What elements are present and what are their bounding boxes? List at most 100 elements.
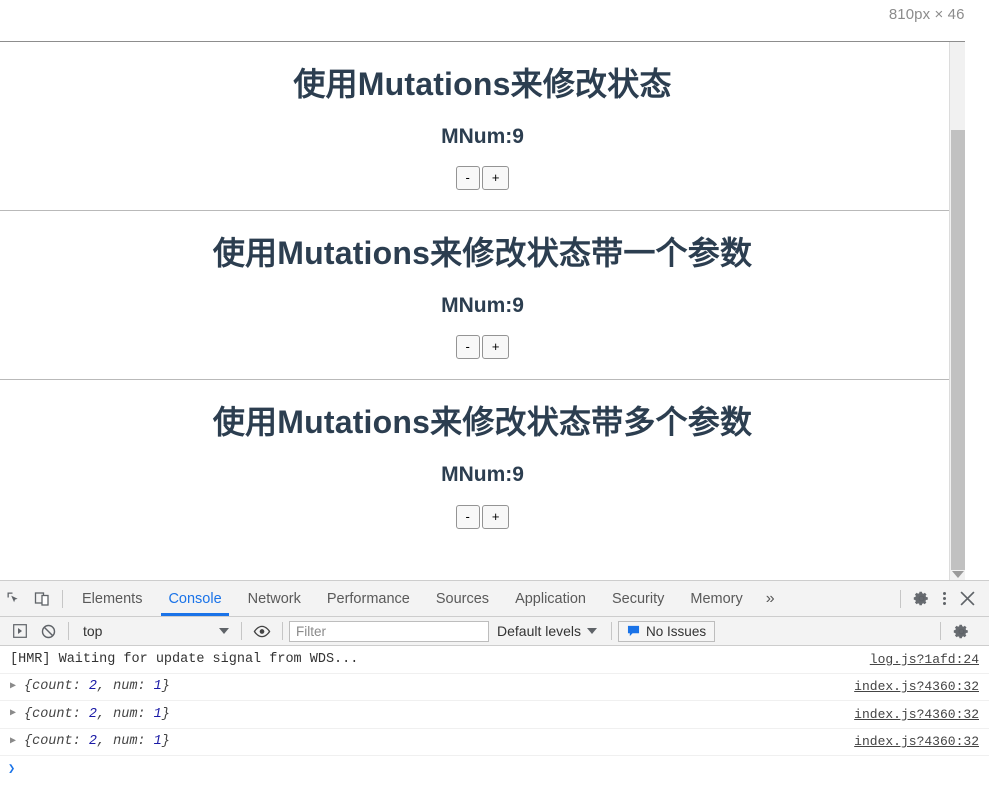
console-source-link[interactable]: log.js?1afd:24 (870, 652, 979, 667)
section-title: 使用Mutations来修改状态带一个参数 (212, 235, 753, 272)
viewport-right-gutter (965, 0, 989, 580)
decrement-button[interactable]: - (455, 166, 480, 191)
tab-label: Network (247, 590, 301, 607)
increment-button[interactable]: + (481, 335, 510, 360)
screenshot-root: 810px × 465px 使用Mutations来修改状态 MNum:9 - +… (0, 0, 989, 786)
counter-value: MNum:9 (441, 463, 524, 487)
execution-context-select[interactable]: top (75, 623, 235, 639)
inspect-element-icon[interactable] (0, 585, 28, 613)
tab-label: Performance (326, 590, 410, 607)
increment-button[interactable]: + (481, 504, 510, 529)
chevron-down-icon (587, 628, 598, 634)
object-close: } (161, 679, 170, 695)
prompt-arrow-icon: ❯ (8, 762, 16, 776)
toolbar-divider (282, 622, 283, 640)
console-settings-gear-icon[interactable] (947, 617, 975, 645)
execution-context-value: top (83, 623, 103, 639)
console-filter-input[interactable] (289, 620, 489, 642)
toolbar-divider (62, 589, 63, 608)
tab-memory[interactable]: Memory (677, 581, 755, 616)
console-message-row[interactable]: ▶ {count: 2, num: 1} index.js?4360:32 (0, 729, 989, 756)
issues-message-icon (628, 625, 640, 637)
console-toolbar-actions (934, 617, 983, 645)
live-expression-eye-icon[interactable] (248, 617, 276, 645)
stepper-controls: - + (0, 488, 965, 529)
tab-sources[interactable]: Sources (423, 581, 502, 616)
console-message-list: [HMR] Waiting for update signal from WDS… (0, 646, 989, 786)
page-scrollbar[interactable] (949, 42, 965, 580)
object-close: } (161, 706, 170, 722)
object-value-count: 2 (88, 679, 97, 695)
tab-label: Application (515, 590, 586, 607)
issues-button[interactable]: No Issues (618, 620, 716, 642)
devtools-tabbar: Elements Console Network Performance Sou… (0, 581, 989, 617)
console-object-preview: {count: 2, num: 1} (24, 707, 170, 722)
console-message-row[interactable]: ▶ {count: 2, num: 1} index.js?4360:32 (0, 701, 989, 729)
decrement-button[interactable]: - (455, 335, 480, 360)
console-toolbar: top Default levels N (0, 617, 989, 646)
object-value-num: 1 (153, 679, 162, 695)
tab-security[interactable]: Security (599, 581, 677, 616)
console-message-row[interactable]: [HMR] Waiting for update signal from WDS… (0, 646, 989, 674)
more-options-icon[interactable] (935, 589, 953, 609)
console-source-link[interactable]: index.js?4360:32 (854, 679, 979, 694)
console-prompt[interactable]: ❯ (0, 756, 989, 782)
mutation-section-basic: 使用Mutations来修改状态 MNum:9 - + (0, 42, 965, 191)
tab-label: Console (168, 590, 222, 607)
tab-network[interactable]: Network (235, 581, 314, 616)
toolbar-divider (68, 622, 69, 640)
console-object-preview: {count: 2, num: 1} (24, 734, 170, 749)
toolbar-divider (940, 622, 941, 640)
scroll-down-arrow-icon[interactable] (952, 571, 964, 578)
toolbar-divider (241, 622, 242, 640)
tab-label: Security (612, 590, 665, 607)
object-open: {count: (24, 679, 89, 695)
expand-triangle-icon[interactable]: ▶ (10, 736, 22, 747)
tab-elements[interactable]: Elements (69, 581, 155, 616)
tab-label: Sources (435, 590, 490, 607)
mutation-section-multi-param: 使用Mutations来修改状态带多个参数 MNum:9 - + (0, 380, 965, 529)
toolbar-divider (611, 622, 613, 640)
expand-triangle-icon[interactable]: ▶ (10, 709, 22, 719)
stepper-controls: - + (0, 318, 965, 360)
mutation-section-one-param: 使用Mutations来修改状态带一个参数 MNum:9 - + (0, 211, 965, 360)
log-levels-value: Default levels (497, 623, 582, 639)
tab-performance[interactable]: Performance (314, 581, 423, 616)
tab-label: Memory (690, 590, 743, 607)
console-source-link[interactable]: index.js?4360:32 (854, 734, 979, 749)
object-open: {count: (24, 706, 89, 722)
browser-viewport: 810px × 465px 使用Mutations来修改状态 MNum:9 - +… (0, 0, 989, 580)
log-levels-select[interactable]: Default levels (489, 623, 605, 639)
console-message-row[interactable]: ▶ {count: 2, num: 1} index.js?4360:32 (0, 674, 989, 701)
expand-triangle-icon[interactable]: ▶ (10, 681, 22, 692)
section-title: 使用Mutations来修改状态 (293, 66, 672, 102)
page-scrollbar-thumb[interactable] (951, 130, 965, 570)
console-source-link[interactable]: index.js?4360:32 (854, 707, 979, 722)
object-mid: , num: (96, 706, 154, 722)
tab-label: Elements (82, 590, 143, 607)
console-sidebar-toggle-icon[interactable] (6, 617, 34, 645)
chevron-down-icon (219, 628, 229, 634)
device-toolbar-icon[interactable] (28, 585, 56, 613)
object-value-num: 1 (153, 734, 162, 750)
issues-label: No Issues (646, 623, 707, 639)
object-value-count: 2 (88, 734, 97, 750)
object-close: } (161, 734, 170, 750)
devtools-panel: Elements Console Network Performance Sou… (0, 580, 989, 786)
object-mid: , num: (96, 734, 154, 750)
tab-console[interactable]: Console (155, 581, 234, 616)
decrement-button[interactable]: - (455, 504, 480, 529)
close-devtools-icon[interactable] (953, 585, 981, 613)
increment-button[interactable]: + (481, 166, 510, 191)
web-page-content: 使用Mutations来修改状态 MNum:9 - + 使用Mutations来修… (0, 42, 965, 580)
console-message-text: [HMR] Waiting for update signal from WDS… (10, 651, 359, 667)
counter-value: MNum:9 (441, 125, 524, 148)
tab-application[interactable]: Application (502, 581, 599, 616)
object-open: {count: (24, 734, 89, 750)
toolbar-divider (900, 589, 901, 608)
stepper-controls: - + (0, 149, 965, 191)
clear-console-icon[interactable] (34, 617, 62, 645)
settings-gear-icon[interactable] (907, 585, 935, 613)
more-tabs-icon[interactable]: » (756, 590, 785, 608)
object-mid: , num: (96, 679, 154, 695)
